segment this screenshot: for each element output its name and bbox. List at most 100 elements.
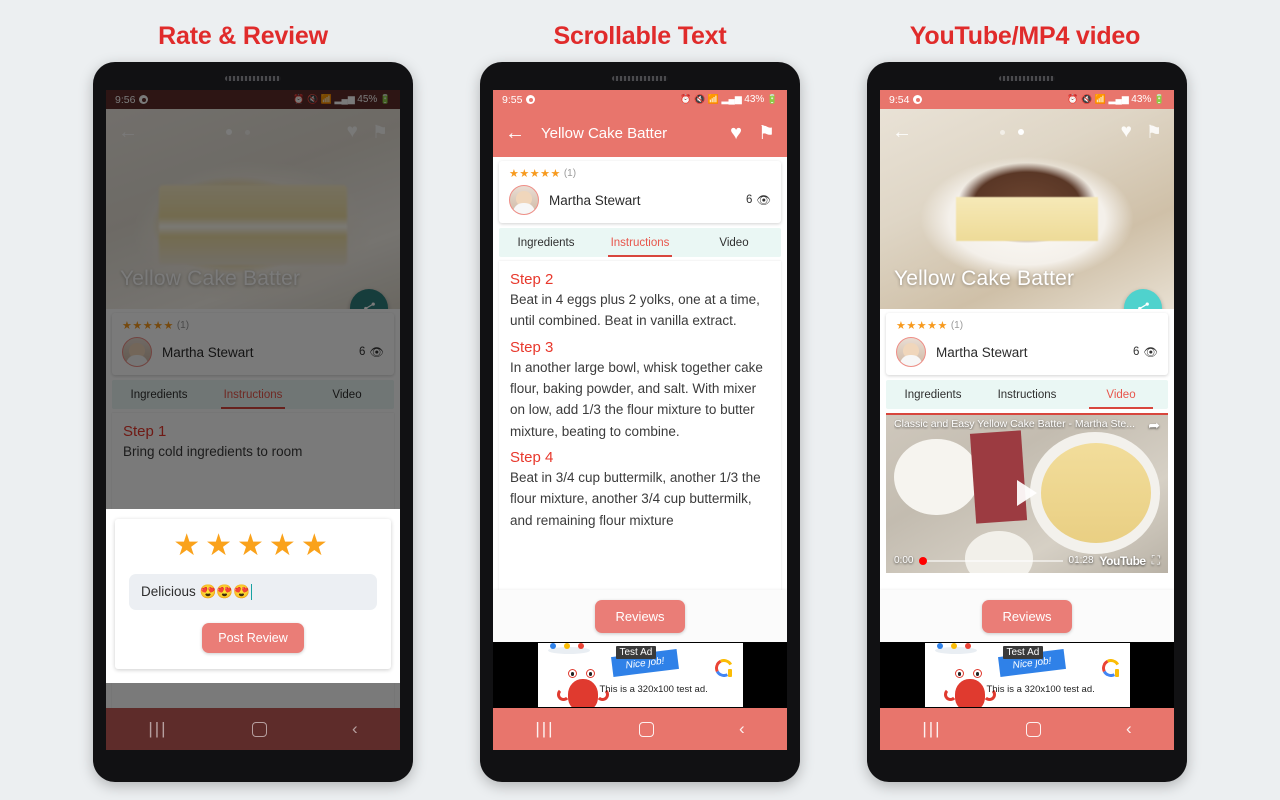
phone3-author-card: ★★★★★ (1) Martha Stewart 6 👁 bbox=[886, 313, 1168, 375]
status-time: 9:54 bbox=[889, 93, 910, 106]
tab-video[interactable]: Video bbox=[1074, 380, 1168, 409]
phone2-steps-panel[interactable]: Step 2 Beat in 4 eggs plus 2 yolks, one … bbox=[499, 261, 781, 601]
carousel-dot[interactable] bbox=[1018, 129, 1025, 135]
panel-title-scrollable-text: Scrollable Text bbox=[553, 22, 727, 50]
tab-instructions[interactable]: Instructions bbox=[980, 380, 1074, 409]
alarm-icon: ⏰ bbox=[1067, 94, 1079, 104]
carousel-dots[interactable] bbox=[918, 129, 1107, 135]
video-plate-left bbox=[894, 438, 980, 516]
post-review-button[interactable]: Post Review bbox=[202, 623, 304, 653]
youtube-logo-icon[interactable]: YouTube bbox=[1100, 554, 1147, 568]
home-icon[interactable] bbox=[1026, 721, 1042, 737]
monster-eye-left bbox=[567, 669, 577, 678]
phone2-status-bar: 9:55 ⏰ 🔇 📶 ▂▄▆ 43% 🔋 bbox=[493, 90, 787, 109]
step-heading: Step 2 bbox=[510, 271, 554, 288]
phone-speaker bbox=[612, 76, 668, 81]
favorite-icon[interactable]: ♥ bbox=[730, 122, 742, 145]
recipe-title: Yellow Cake Batter bbox=[894, 267, 1075, 290]
author-row: Martha Stewart 6 👁 bbox=[896, 337, 1158, 367]
recents-icon[interactable]: ||| bbox=[148, 719, 167, 739]
battery-icon: 🔋 bbox=[766, 94, 778, 104]
google-ads-logo-icon bbox=[712, 656, 735, 680]
phone2-tabs: Ingredients Instructions Video bbox=[499, 228, 781, 257]
reviews-button[interactable]: Reviews bbox=[595, 599, 685, 633]
video-scrub-knob[interactable] bbox=[919, 556, 928, 565]
carousel-dot[interactable] bbox=[1000, 129, 1006, 135]
video-scrubber[interactable] bbox=[919, 556, 1063, 565]
rating-stars: ★★★★★ bbox=[896, 320, 948, 332]
phone3-hero-toolbar: ← ♥ ⚑ bbox=[880, 109, 1174, 155]
flag-icon[interactable]: ⚑ bbox=[758, 122, 775, 145]
video-title: Classic and Easy Yellow Cake Batter - Ma… bbox=[894, 418, 1136, 430]
back-nav-icon[interactable]: ‹ bbox=[352, 719, 358, 739]
ad-badge: Test Ad bbox=[1002, 646, 1044, 659]
home-icon[interactable] bbox=[252, 721, 268, 737]
battery-percent: 43% bbox=[744, 94, 765, 105]
back-nav-icon[interactable]: ‹ bbox=[739, 719, 745, 739]
alarm-icon: ⏰ bbox=[680, 94, 692, 104]
tab-instructions[interactable]: Instructions bbox=[593, 228, 687, 257]
back-icon[interactable]: ← bbox=[505, 122, 525, 145]
text-caret bbox=[250, 584, 253, 600]
status-time: 9:55 bbox=[502, 93, 523, 106]
flag-icon[interactable]: ⚑ bbox=[1146, 122, 1162, 143]
google-ads-logo-icon bbox=[1099, 656, 1122, 680]
video-player[interactable]: Classic and Easy Yellow Cake Batter - Ma… bbox=[886, 413, 1168, 573]
view-count: 6 bbox=[745, 194, 753, 206]
favorite-icon[interactable]: ♥ bbox=[1121, 121, 1132, 143]
eye-icon: 👁 bbox=[1143, 347, 1158, 359]
rating-row: ★★★★★ (1) bbox=[896, 319, 1158, 332]
phone2-ad-strip: Nice job! Test Ad This is a 320x100 test… bbox=[493, 642, 787, 708]
ad-badge: Test Ad bbox=[615, 646, 657, 659]
author-name: Martha Stewart bbox=[936, 344, 1028, 360]
panel-title-rate-review: Rate & Review bbox=[158, 22, 328, 50]
phone-mockup-youtube-video: 9:54 ⏰ 🔇 📶 ▂▄▆ 43% 🔋 ← ♥ ⚑ Yellow Cake B… bbox=[867, 62, 1187, 782]
step-heading: Step 4 bbox=[510, 448, 554, 466]
ad-banner[interactable]: Nice job! Test Ad This is a 320x100 test… bbox=[537, 643, 743, 707]
recents-icon[interactable]: ||| bbox=[535, 719, 554, 739]
phone-speaker bbox=[999, 76, 1055, 81]
signal-icon: ▂▄▆ bbox=[1108, 94, 1129, 104]
star-rating-selector[interactable]: ★★★★★ bbox=[129, 531, 377, 561]
home-icon[interactable] bbox=[639, 721, 655, 737]
monster-eye-left bbox=[954, 669, 964, 678]
phone3-reviews-zone: Reviews bbox=[880, 590, 1174, 642]
review-text-input[interactable]: Delicious 😍😍😍 bbox=[129, 574, 377, 610]
tab-video[interactable]: Video bbox=[687, 228, 781, 257]
fullscreen-icon[interactable]: ⛶ bbox=[1152, 553, 1160, 568]
rate-review-card: ★★★★★ Delicious 😍😍😍 Post Review bbox=[115, 519, 391, 669]
author-avatar bbox=[896, 337, 926, 367]
tab-ingredients[interactable]: Ingredients bbox=[499, 228, 593, 257]
step-body: In another large bowl, whisk together ca… bbox=[510, 359, 763, 439]
rating-stars: ★★★★★ bbox=[509, 168, 561, 180]
author-name: Martha Stewart bbox=[549, 192, 641, 208]
ad-banner[interactable]: Nice job! Test Ad This is a 320x100 test… bbox=[924, 643, 1130, 707]
phone3-status-bar: 9:54 ⏰ 🔇 📶 ▂▄▆ 43% 🔋 bbox=[880, 90, 1174, 109]
phone-mockup-rate-review: 9:56 ⏰ 🔇 📶 ▂▄▆ 45% 🔋 ← bbox=[93, 62, 413, 782]
tab-ingredients[interactable]: Ingredients bbox=[886, 380, 980, 409]
recents-icon[interactable]: ||| bbox=[922, 719, 941, 739]
video-napkin bbox=[970, 430, 1028, 524]
video-tab-underline bbox=[886, 413, 1168, 415]
wifi-icon: 📶 bbox=[1094, 94, 1107, 104]
share-icon[interactable]: ➦ bbox=[1148, 417, 1160, 434]
wifi-icon: 📶 bbox=[707, 94, 720, 104]
back-icon[interactable]: ← bbox=[892, 122, 918, 142]
eye-icon: 👁 bbox=[756, 195, 771, 207]
ad-ball-blue bbox=[936, 643, 943, 649]
play-icon[interactable] bbox=[1017, 480, 1037, 506]
reviews-button[interactable]: Reviews bbox=[982, 599, 1072, 633]
ad-ball-blue bbox=[549, 643, 556, 649]
monster-eye-right bbox=[972, 669, 982, 678]
monster-eye-right bbox=[585, 669, 595, 678]
appbar-title: Yellow Cake Batter bbox=[541, 124, 668, 142]
messenger-icon bbox=[913, 95, 923, 104]
author-row: Martha Stewart 6 👁 bbox=[509, 185, 771, 215]
view-count: 6 bbox=[1132, 346, 1140, 358]
step-body: Beat in 3/4 cup buttermilk, another 1/3 … bbox=[510, 469, 761, 528]
phone3-ad-strip: Nice job! Test Ad This is a 320x100 test… bbox=[880, 642, 1174, 708]
step-heading: Step 3 bbox=[510, 338, 554, 356]
ad-caption: This is a 320x100 test ad. bbox=[986, 684, 1095, 695]
signal-icon: ▂▄▆ bbox=[721, 94, 742, 104]
back-nav-icon[interactable]: ‹ bbox=[1126, 719, 1132, 739]
